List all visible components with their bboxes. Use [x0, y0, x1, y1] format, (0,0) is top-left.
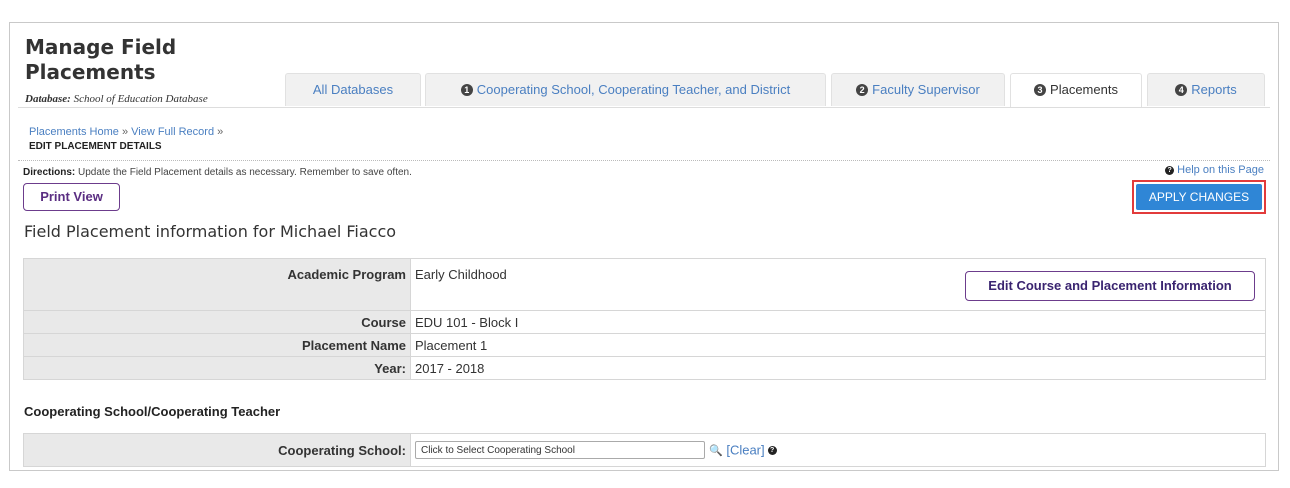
page-title-line1: Manage Field — [25, 35, 177, 59]
app-frame: Manage Field Placements Database: School… — [9, 22, 1279, 471]
step-4-icon: 4 — [1175, 84, 1188, 96]
cooperating-school-label: Cooperating School: — [23, 433, 411, 467]
step-2-icon: 2 — [856, 84, 869, 96]
database-label: Database: — [25, 93, 71, 105]
directions-divider — [18, 160, 1270, 161]
breadcrumb-current: EDIT PLACEMENT DETAILS — [29, 141, 162, 152]
academic-program-label: Academic Program — [23, 258, 411, 311]
table-row: Year: 2017 - 2018 — [23, 356, 1266, 380]
help-link[interactable]: ? Help on this Page — [1165, 164, 1264, 176]
directions-text: Directions: Update the Field Placement d… — [23, 167, 412, 178]
placement-name-value: Placement 1 — [410, 333, 1266, 357]
edit-course-placement-button[interactable]: Edit Course and Placement Information — [965, 271, 1255, 301]
year-label: Year: — [23, 356, 411, 380]
breadcrumb: Placements Home » View Full Record » — [29, 126, 224, 138]
cooperating-school-cell: Click to Select Cooperating School 🔍 [Cle… — [410, 433, 1266, 467]
cooperating-heading: Cooperating School/Cooperating Teacher — [24, 404, 281, 419]
database-name: School of Education Database — [73, 93, 208, 105]
print-view-button[interactable]: Print View — [23, 183, 120, 211]
database-line: Database: School of Education Database — [25, 93, 208, 105]
page-title: Manage Field Placements — [25, 35, 176, 85]
breadcrumb-placements-home[interactable]: Placements Home — [29, 126, 119, 138]
magnifier-icon[interactable]: 🔍 — [709, 444, 723, 457]
cooperating-table: Cooperating School: Click to Select Coop… — [23, 433, 1266, 467]
question-circle-icon: ? — [1165, 166, 1175, 175]
tab-faculty-supervisor[interactable]: 2 Faculty Supervisor — [831, 73, 1005, 106]
tab-reports[interactable]: 4 Reports — [1147, 73, 1265, 106]
year-value: 2017 - 2018 — [410, 356, 1266, 380]
placement-name-label: Placement Name — [23, 333, 411, 357]
course-value: EDU 101 - Block I — [410, 310, 1266, 334]
breadcrumb-view-full-record[interactable]: View Full Record — [131, 126, 214, 138]
table-row: Cooperating School: Click to Select Coop… — [23, 433, 1266, 467]
apply-changes-highlight: APPLY CHANGES — [1132, 180, 1266, 214]
table-row: Placement Name Placement 1 — [23, 333, 1266, 357]
header-divider — [18, 107, 1270, 108]
step-3-icon: 3 — [1034, 84, 1047, 96]
course-label: Course — [23, 310, 411, 334]
page-title-line2: Placements — [25, 60, 156, 84]
section-title: Field Placement information for Michael … — [24, 222, 397, 241]
tab-cooperating-school[interactable]: 1 Cooperating School, Cooperating Teacher… — [425, 73, 826, 106]
tab-placements[interactable]: 3 Placements — [1010, 73, 1142, 107]
tab-all-databases[interactable]: All Databases — [285, 73, 421, 106]
step-1-icon: 1 — [460, 84, 473, 96]
apply-changes-button[interactable]: APPLY CHANGES — [1136, 184, 1262, 210]
clear-link[interactable]: [Clear] — [726, 443, 764, 458]
question-circle-icon[interactable]: ? — [767, 445, 777, 455]
table-row: Course EDU 101 - Block I — [23, 310, 1266, 334]
cooperating-school-input[interactable]: Click to Select Cooperating School — [415, 441, 705, 459]
